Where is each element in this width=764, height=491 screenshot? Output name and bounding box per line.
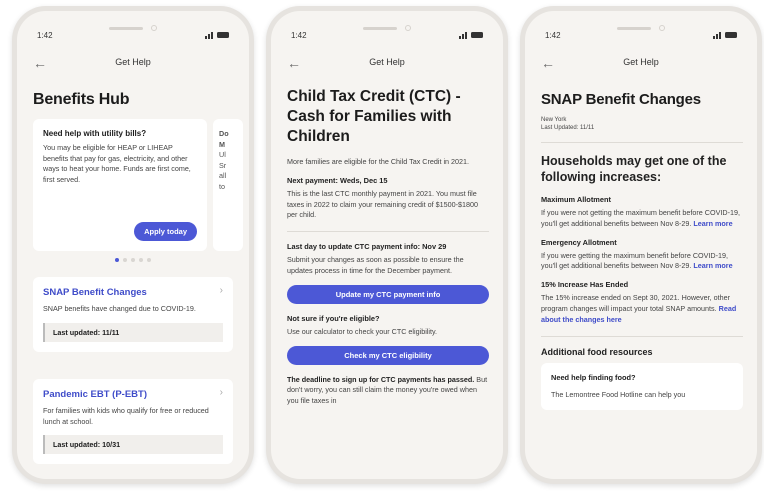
section-body: If you were not getting the maximum bene… — [541, 208, 743, 230]
status-bar: 1:42 — [545, 29, 737, 41]
last-updated: Last updated: 10/31 — [43, 435, 223, 454]
promo-body: You may be eligible for HEAP or LIHEAP b… — [43, 143, 191, 184]
page-title: SNAP Benefit Changes — [541, 91, 701, 108]
status-icons — [459, 31, 483, 39]
last-updated: Last Updated: 11/11 — [541, 125, 595, 131]
screen: 1:42 ← Get Help Benefits Hub Need help w… — [17, 11, 249, 479]
last-updated: Last updated: 11/11 — [43, 322, 223, 342]
signal-icon — [713, 31, 721, 39]
check-eligibility-button[interactable]: Check my CTC eligibility — [287, 345, 489, 365]
nav-title: Get Help — [369, 57, 405, 67]
nav-title: Get Help — [623, 57, 659, 67]
update-label: Last day to update CTC payment info: Nov… — [287, 242, 447, 252]
eligible-label: Not sure if you're eligible? — [287, 313, 380, 323]
peek-line: Do — [219, 129, 229, 138]
peek-line: to — [219, 181, 225, 191]
help-card[interactable]: Need help finding food? The Lemontree Fo… — [541, 362, 743, 411]
divider — [541, 142, 743, 143]
chevron-right-icon: › — [219, 387, 223, 398]
main: SNAP Benefit Changes New York Last Updat… — [541, 91, 743, 411]
section-title: Emergency Allotment — [541, 237, 617, 247]
promo-title: Need help with utility bills? — [43, 129, 147, 138]
resources-heading: Additional food resources — [541, 346, 653, 357]
update-body: Submit your changes as soon as possible … — [287, 255, 464, 275]
card-body: For families with kids who qualify for f… — [43, 406, 209, 426]
update-ctc-button[interactable]: Update my CTC payment info — [287, 284, 489, 304]
screen: 1:42 ← Get Help SNAP Benefit Changes New… — [525, 11, 757, 479]
card-snap-changes[interactable]: SNAP Benefit Changes › SNAP benefits hav… — [33, 277, 233, 352]
learn-more-link[interactable]: Learn more — [693, 219, 732, 228]
help-title: Need help finding food? — [551, 372, 636, 382]
battery-icon — [725, 32, 737, 38]
peek-line: all — [219, 171, 227, 180]
battery-icon — [471, 32, 483, 38]
card-pandemic-ebt[interactable]: Pandemic EBT (P-EBT) › For families with… — [33, 379, 233, 464]
peek-line: M — [219, 139, 225, 149]
location: New York — [541, 117, 567, 123]
section-title: 15% Increase Has Ended — [541, 280, 629, 290]
learn-more-link[interactable]: Learn more — [693, 261, 732, 270]
next-payment-body: This is the last CTC monthly payment in … — [287, 188, 478, 220]
carousel-dot[interactable] — [147, 258, 151, 262]
peek-line: Ul — [219, 150, 226, 159]
status-bar: 1:42 — [37, 29, 229, 41]
apply-today-button[interactable]: Apply today — [134, 222, 197, 241]
status-icons — [713, 31, 737, 39]
card-title: Pandemic EBT (P-EBT) — [43, 389, 147, 400]
nav-bar: ← Get Help — [287, 55, 487, 73]
status-time: 1:42 — [291, 30, 307, 40]
next-payment-label: Next payment: Weds, Dec 15 — [287, 175, 388, 185]
nav-bar: ← Get Help — [33, 55, 233, 73]
carousel-dot[interactable] — [123, 258, 127, 262]
carousel-dot[interactable] — [131, 258, 135, 262]
signal-icon — [205, 31, 213, 39]
page-title: Benefits Hub — [33, 91, 130, 108]
deadline-text: The deadline to sign up for CTC payments… — [287, 375, 489, 407]
divider — [541, 335, 743, 337]
eligible-body: Use our calculator to check your CTC eli… — [287, 326, 438, 336]
status-icons — [205, 31, 229, 39]
divider — [287, 231, 489, 233]
carousel-dots[interactable] — [17, 258, 249, 262]
card-body: SNAP benefits have changed due to COVID-… — [43, 304, 196, 313]
chevron-right-icon: › — [219, 285, 223, 296]
nav-title: Get Help — [115, 57, 151, 67]
main: Child Tax Credit (CTC) - Cash for Famili… — [287, 87, 489, 407]
section-text: The 15% increase ended on Sept 30, 2021.… — [541, 293, 730, 313]
status-time: 1:42 — [545, 30, 561, 40]
section-body: The 15% increase ended on Sept 30, 2021.… — [541, 293, 743, 325]
nav-bar: ← Get Help — [541, 55, 741, 73]
status-bar: 1:42 — [291, 29, 483, 41]
help-body: The Lemontree Food Hotline can help you — [551, 389, 686, 399]
page-title: Child Tax Credit (CTC) - Cash for Famili… — [287, 88, 461, 145]
subheading: Households may get one of the following … — [541, 154, 727, 184]
signal-icon — [459, 31, 467, 39]
intro-text: More families are eligible for the Child… — [287, 157, 470, 166]
carousel-dot[interactable] — [139, 258, 143, 262]
status-time: 1:42 — [37, 30, 53, 40]
section-title: Maximum Allotment — [541, 195, 611, 204]
phone-snap-changes: 1:42 ← Get Help SNAP Benefit Changes New… — [520, 6, 762, 484]
battery-icon — [217, 32, 229, 38]
phone-ctc: 1:42 ← Get Help Child Tax Credit (CTC) -… — [266, 6, 508, 484]
card-title: SNAP Benefit Changes — [43, 287, 147, 298]
main: Benefits Hub — [33, 91, 235, 109]
promo-card-next[interactable]: Do M Ul Sr all to — [213, 119, 243, 251]
carousel-dot-active[interactable] — [115, 258, 119, 262]
peek-line: Sr — [219, 160, 227, 170]
promo-card-utility[interactable]: Need help with utility bills? You may be… — [33, 119, 207, 251]
deadline-bold: The deadline to sign up for CTC payments… — [287, 374, 475, 384]
section-body: If you were getting the maximum benefit … — [541, 251, 743, 273]
screen: 1:42 ← Get Help Child Tax Credit (CTC) -… — [271, 11, 503, 479]
phone-benefits-hub: 1:42 ← Get Help Benefits Hub Need help w… — [12, 6, 254, 484]
